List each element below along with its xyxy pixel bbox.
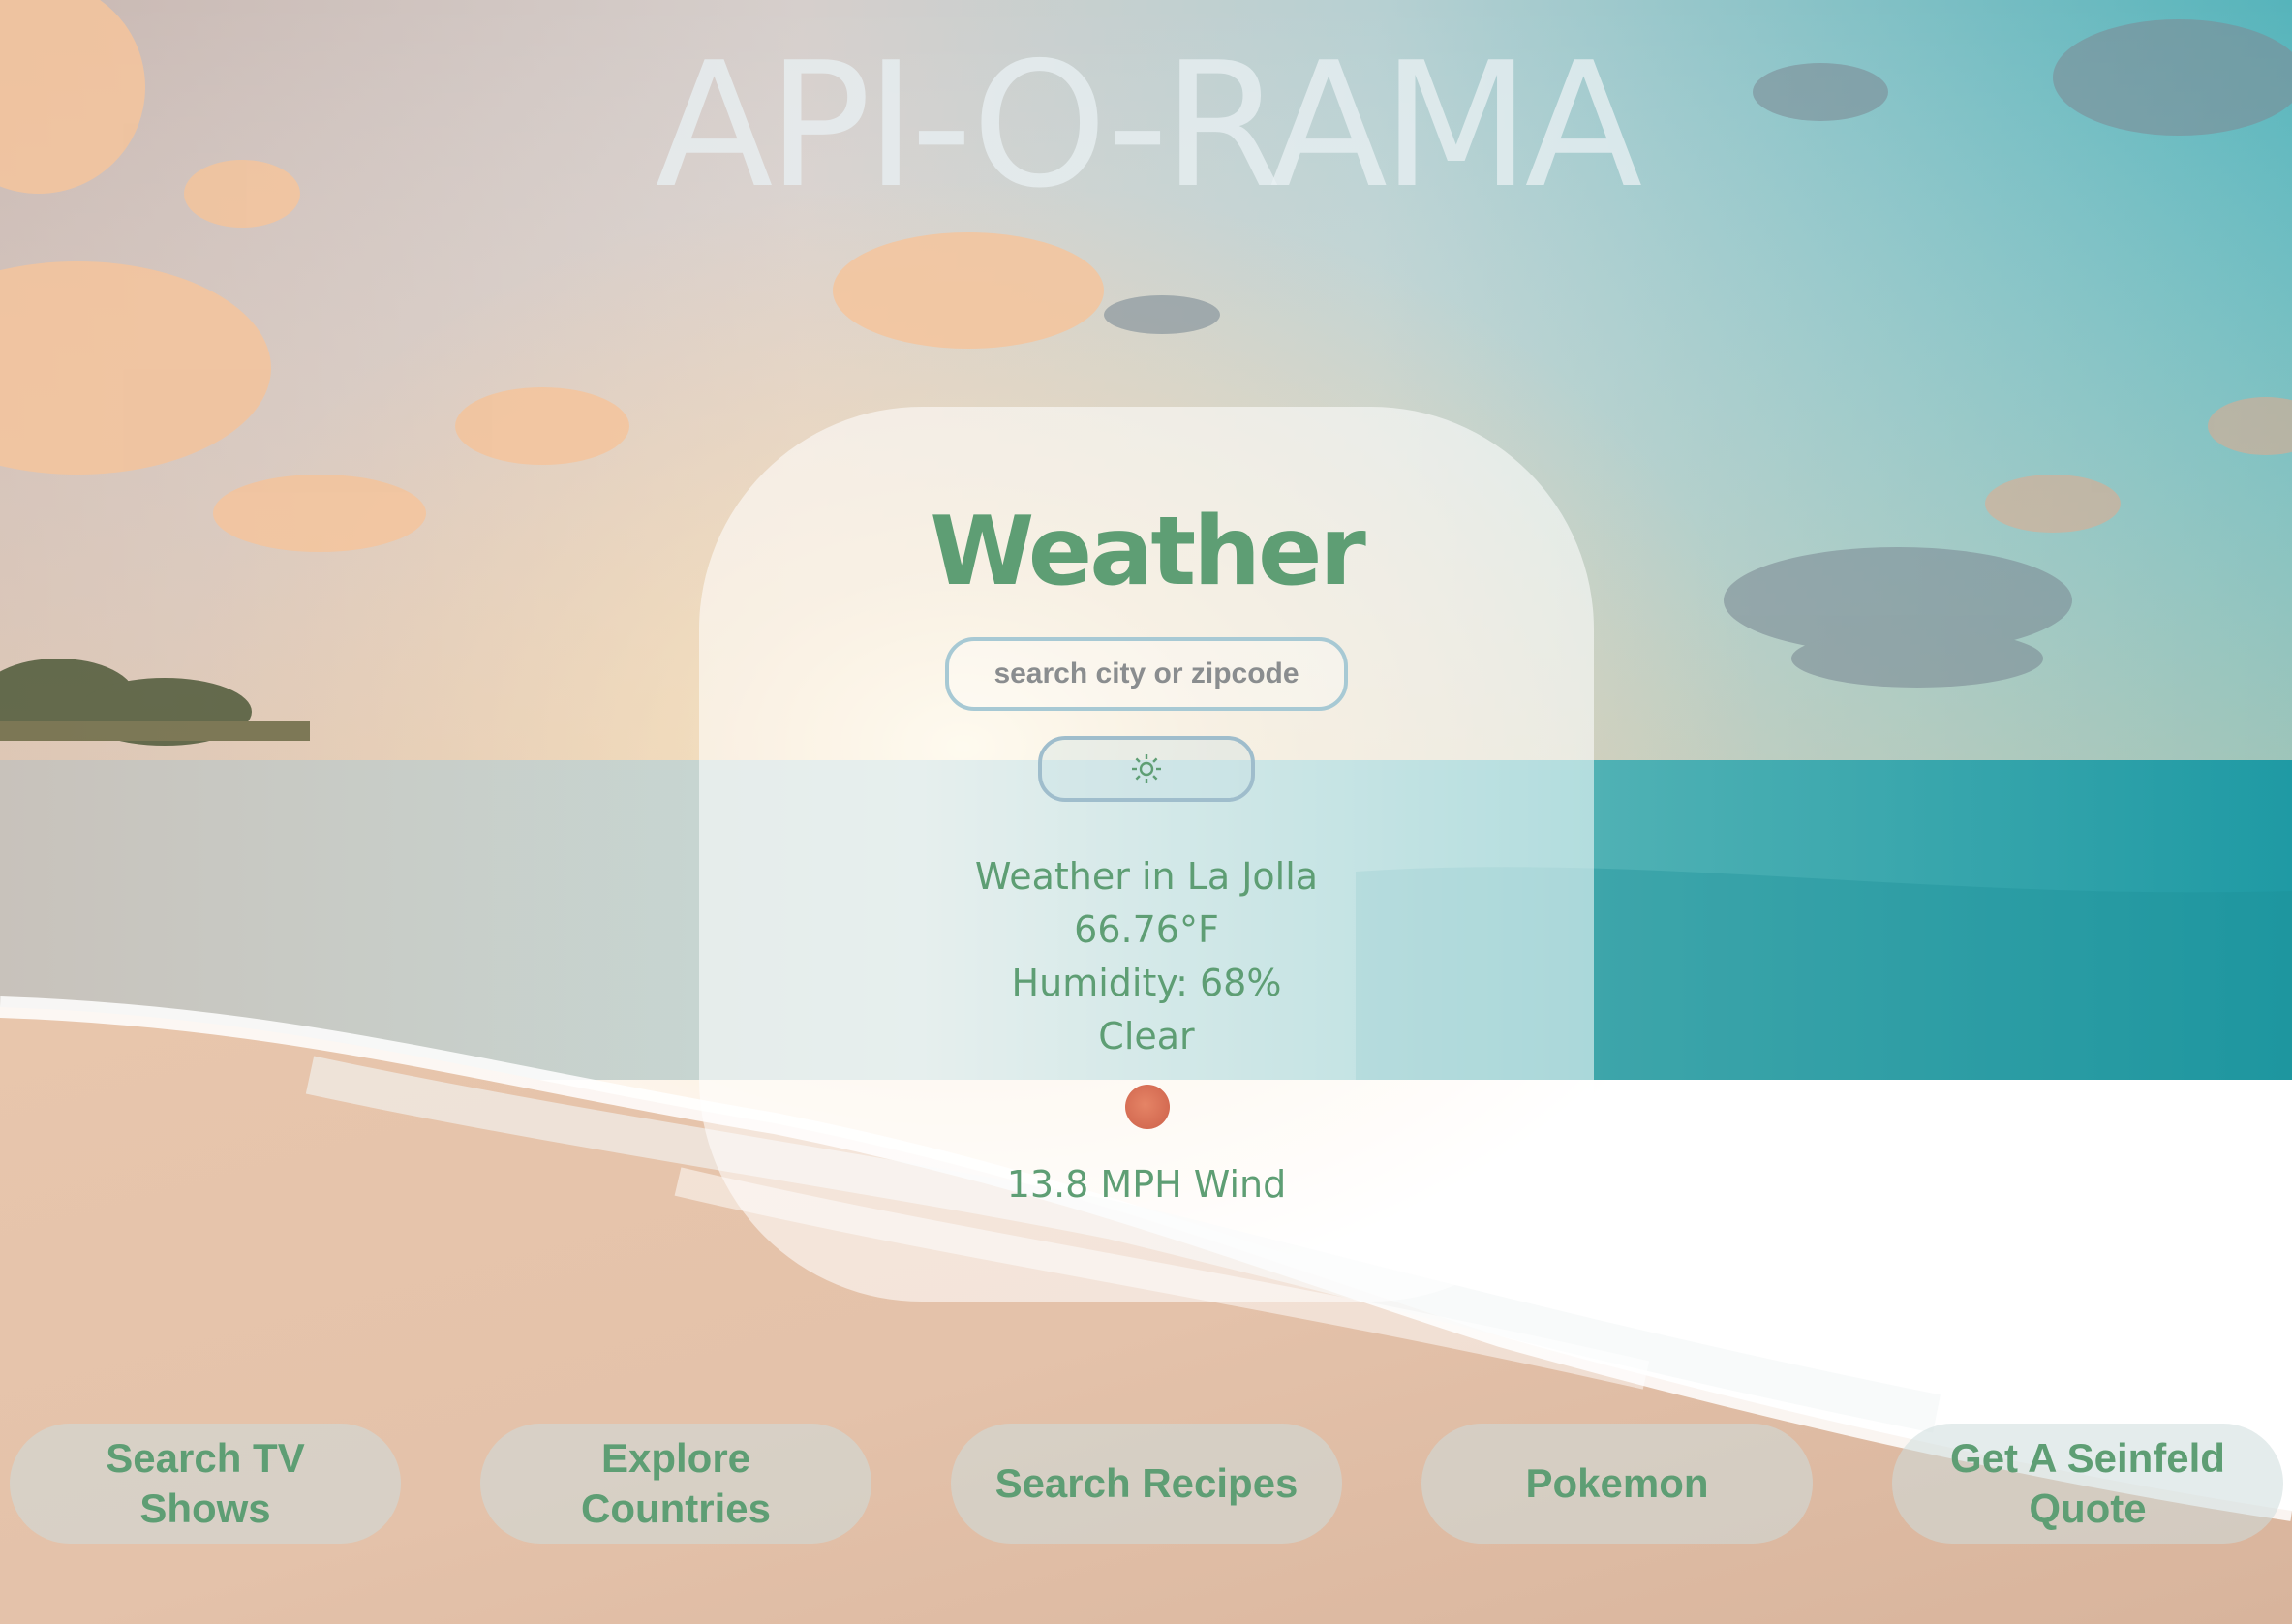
weather-location: Weather in La Jolla	[974, 855, 1319, 898]
nav-button-label: Explore Countries	[580, 1435, 771, 1531]
nav-seinfeld-quote-button[interactable]: Get A Seinfeld Quote	[1892, 1424, 2283, 1544]
weather-heading: Weather	[930, 497, 1366, 607]
search-submit-button[interactable]	[1038, 736, 1255, 802]
nav-button-label: Get A Seinfeld Quote	[1950, 1435, 2225, 1531]
nav-button-label: Search Recipes	[994, 1460, 1299, 1506]
sun-icon	[1132, 754, 1161, 783]
nav-search-recipes-button[interactable]: Search Recipes	[951, 1424, 1342, 1544]
weather-wind: 13.8 MPH Wind	[1006, 1163, 1287, 1206]
nav-explore-countries-button[interactable]: Explore Countries	[480, 1424, 871, 1544]
nav-search-tv-shows-button[interactable]: Search TV Shows	[10, 1424, 401, 1544]
weather-condition: Clear	[1098, 1015, 1195, 1057]
nav-pokemon-button[interactable]: Pokemon	[1421, 1424, 1813, 1544]
weather-humidity: Humidity: 68%	[1011, 962, 1282, 1004]
weather-card: Weather Weather in La Jolla 66.76°F Humi…	[699, 407, 1594, 1302]
city-search-input[interactable]	[945, 637, 1348, 711]
clear-sky-icon	[1125, 1085, 1170, 1129]
weather-temperature: 66.76°F	[1074, 908, 1219, 951]
nav-button-label: Pokemon	[1525, 1460, 1709, 1506]
site-title: API-O-RAMA	[655, 25, 1643, 226]
nav-button-label: Search TV Shows	[106, 1435, 305, 1531]
